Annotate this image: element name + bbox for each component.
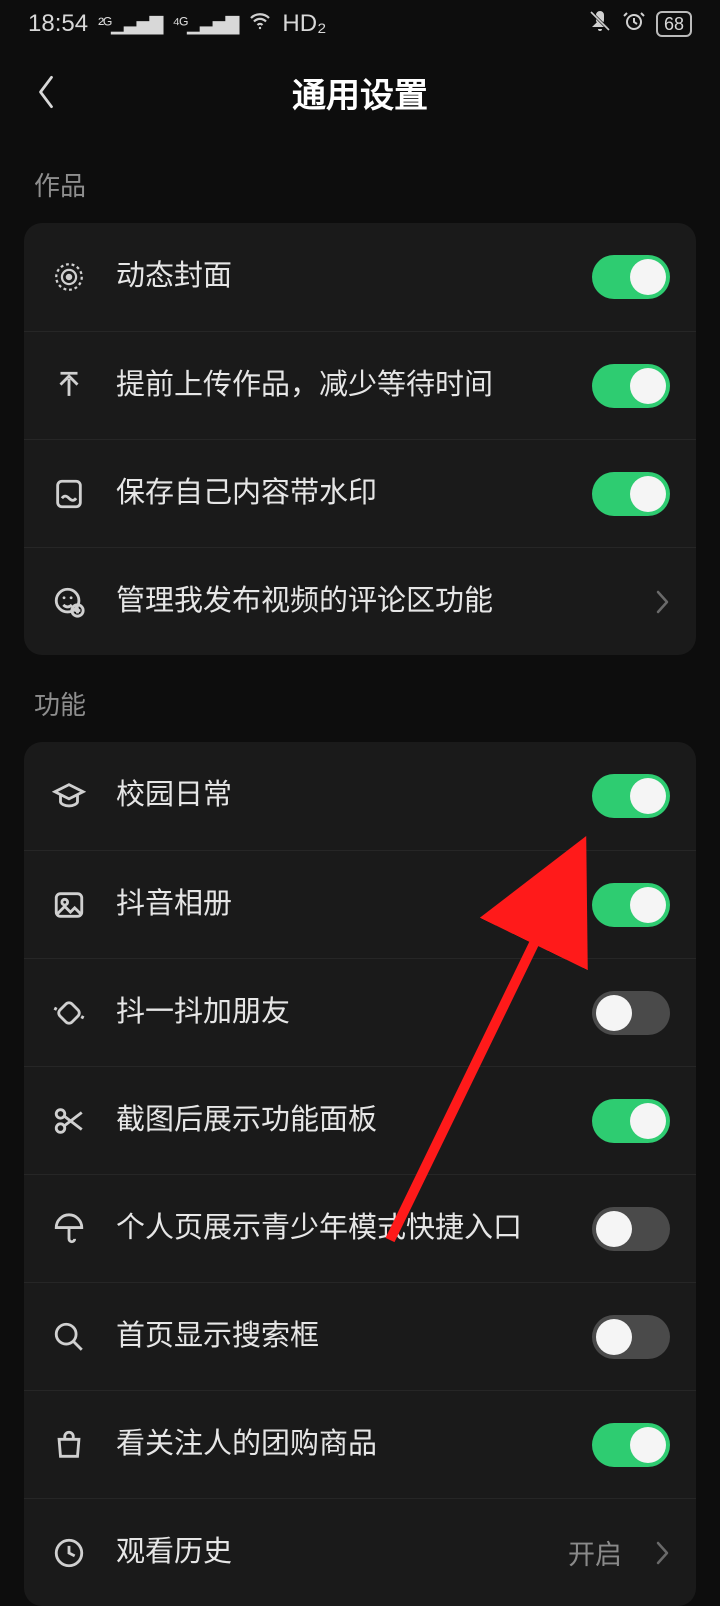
chevron-right-icon (654, 1540, 670, 1566)
status-left: 18:54 ²ᴳ▁▃▅▇ ⁴ᴳ▁▃▅▇ HD₂ (28, 9, 326, 40)
toggle-dynamic-cover[interactable] (592, 255, 670, 299)
photo-wave-icon (50, 475, 88, 513)
section-features: 校园日常 抖音相册 抖一抖加朋友 截图后展示功能面板 (24, 742, 696, 1606)
mute-icon (588, 9, 612, 40)
row-group-buy[interactable]: 看关注人的团购商品 (24, 1390, 696, 1498)
cap-icon (50, 777, 88, 815)
row-search-box[interactable]: 首页显示搜索框 (24, 1282, 696, 1390)
row-label: 抖一抖加朋友 (116, 994, 564, 1032)
content: 作品 动态封面 提前上传作品，减少等待时间 保存自己内容带水印 (0, 136, 720, 1606)
back-button[interactable] (16, 48, 76, 136)
toggle-group-buy[interactable] (592, 1423, 670, 1467)
row-label: 动态封面 (116, 258, 564, 296)
face-gear-icon (50, 583, 88, 621)
row-teen-mode[interactable]: 个人页展示青少年模式快捷入口 (24, 1174, 696, 1282)
row-watermark[interactable]: 保存自己内容带水印 (24, 439, 696, 547)
header: 通用设置 (0, 48, 720, 136)
row-album[interactable]: 抖音相册 (24, 850, 696, 958)
row-comment-manage[interactable]: 管理我发布视频的评论区功能 (24, 547, 696, 655)
umbrella-icon (50, 1210, 88, 1248)
section-header-works: 作品 (24, 136, 696, 223)
page-title: 通用设置 (292, 68, 428, 117)
toggle-search-box[interactable] (592, 1315, 670, 1359)
scissors-icon (50, 1102, 88, 1140)
hd-label: HD₂ (282, 10, 326, 38)
clock-icon (50, 1534, 88, 1572)
toggle-album[interactable] (592, 883, 670, 927)
row-screenshot-panel[interactable]: 截图后展示功能面板 (24, 1066, 696, 1174)
row-label: 校园日常 (116, 777, 564, 815)
signal-2g-icon: ²ᴳ▁▃▅▇ (98, 14, 162, 35)
bag-icon (50, 1426, 88, 1464)
status-time: 18:54 (28, 10, 88, 38)
row-label: 截图后展示功能面板 (116, 1102, 564, 1140)
toggle-preupload[interactable] (592, 364, 670, 408)
row-watch-history[interactable]: 观看历史 开启 (24, 1498, 696, 1606)
target-icon (50, 258, 88, 296)
section-header-features: 功能 (24, 655, 696, 742)
section-works: 动态封面 提前上传作品，减少等待时间 保存自己内容带水印 管理我发布视频的评论区… (24, 223, 696, 655)
row-campus[interactable]: 校园日常 (24, 742, 696, 850)
battery-indicator: 68 (656, 11, 692, 37)
toggle-campus[interactable] (592, 774, 670, 818)
row-label: 提前上传作品，减少等待时间 (116, 367, 564, 405)
toggle-shake[interactable] (592, 991, 670, 1035)
alarm-icon (622, 9, 646, 40)
row-preupload[interactable]: 提前上传作品，减少等待时间 (24, 331, 696, 439)
search-icon (50, 1318, 88, 1356)
row-label: 看关注人的团购商品 (116, 1426, 564, 1464)
row-label: 抖音相册 (116, 886, 564, 924)
row-label: 观看历史 (116, 1534, 540, 1572)
status-bar: 18:54 ²ᴳ▁▃▅▇ ⁴ᴳ▁▃▅▇ HD₂ 68 (0, 0, 720, 48)
toggle-teen-mode[interactable] (592, 1207, 670, 1251)
photo-icon (50, 886, 88, 924)
status-right: 68 (588, 9, 692, 40)
row-label: 个人页展示青少年模式快捷入口 (116, 1210, 564, 1248)
toggle-screenshot-panel[interactable] (592, 1099, 670, 1143)
chevron-right-icon (654, 589, 670, 615)
row-shake[interactable]: 抖一抖加朋友 (24, 958, 696, 1066)
toggle-watermark[interactable] (592, 472, 670, 516)
chevron-left-icon (35, 73, 57, 111)
row-dynamic-cover[interactable]: 动态封面 (24, 223, 696, 331)
row-label: 保存自己内容带水印 (116, 475, 564, 513)
row-label: 管理我发布视频的评论区功能 (116, 583, 626, 621)
wifi-icon (248, 9, 272, 40)
upload-icon (50, 367, 88, 405)
row-label: 首页显示搜索框 (116, 1318, 564, 1356)
row-value: 开启 (568, 1533, 622, 1572)
shake-icon (50, 994, 88, 1032)
signal-4g-icon: ⁴ᴳ▁▃▅▇ (172, 14, 238, 35)
